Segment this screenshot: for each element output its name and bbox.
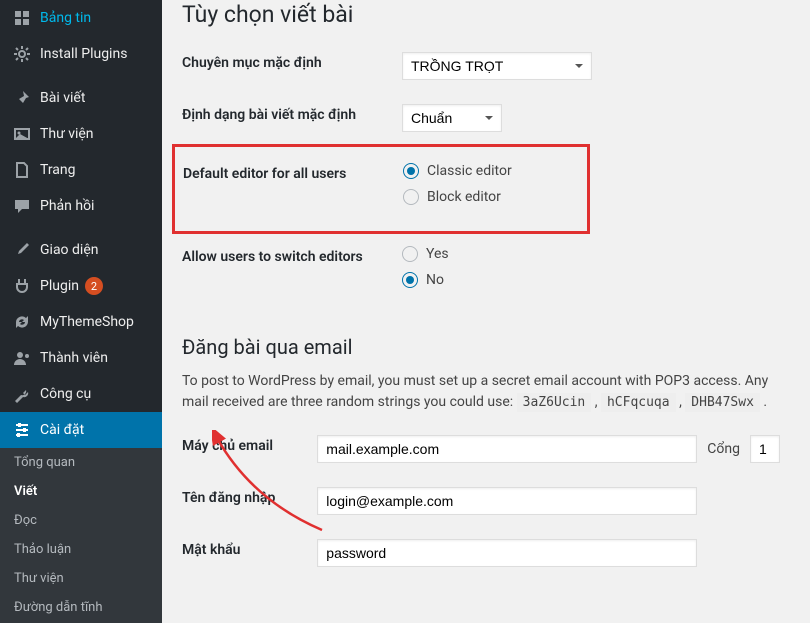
switch-yes-option[interactable]: Yes <box>402 246 780 262</box>
password-input[interactable] <box>317 539 697 567</box>
sidebar-item-label: Install Plugins <box>40 46 127 62</box>
page-title: Tùy chọn viết bài <box>182 0 790 40</box>
sidebar-item-cai-dat[interactable]: Cài đặt <box>0 412 162 448</box>
sidebar-item-thanh-vien[interactable]: Thành viên <box>0 340 162 376</box>
plug-icon <box>12 276 32 296</box>
password-label: Mật khẩu <box>182 527 317 579</box>
mailserver-input[interactable] <box>317 435 697 463</box>
dashboard-icon <box>12 8 32 28</box>
editor-classic-option[interactable]: Classic editor <box>403 163 569 179</box>
email-post-heading: Đăng bài qua email <box>182 335 790 359</box>
port-input[interactable] <box>750 435 780 463</box>
comment-icon <box>12 196 32 216</box>
submenu-item[interactable]: Thư viện <box>0 564 162 593</box>
editor-classic-radio[interactable] <box>403 163 419 179</box>
admin-sidebar: Bảng tinInstall PluginsBài viếtThư việnT… <box>0 0 162 623</box>
editor-block-option[interactable]: Block editor <box>403 189 569 205</box>
default-editor-highlight: Default editor for all users Classic edi… <box>172 144 590 234</box>
sidebar-item-thu-vien[interactable]: Thư viện <box>0 116 162 152</box>
sidebar-item-label: Giao diện <box>40 242 98 258</box>
sidebar-item-label: MyThemeShop <box>40 314 134 330</box>
editor-block-radio[interactable] <box>403 189 419 205</box>
sidebar-item-label: Plugin <box>40 278 79 294</box>
brush-icon <box>12 240 32 260</box>
default-category-select[interactable]: TRỒNG TRỌT <box>402 52 592 80</box>
sidebar-item-install-plugins[interactable]: Install Plugins <box>0 36 162 72</box>
sidebar-item-label: Bảng tin <box>40 10 91 26</box>
update-badge: 2 <box>85 277 103 295</box>
login-input[interactable] <box>317 487 697 515</box>
submenu-item[interactable]: Đọc <box>0 506 162 535</box>
login-label: Tên đăng nhập <box>182 475 317 527</box>
default-format-label: Định dạng bài viết mặc định <box>182 92 402 144</box>
switch-no-option[interactable]: No <box>402 272 780 288</box>
switch-yes-radio[interactable] <box>402 246 418 262</box>
media-icon <box>12 124 32 144</box>
switch-no-radio[interactable] <box>402 272 418 288</box>
sidebar-item-label: Trang <box>40 162 76 178</box>
submenu-item[interactable]: Tổng quan <box>0 448 162 477</box>
sidebar-item-cong-cu[interactable]: Công cụ <box>0 376 162 412</box>
sidebar-item-label: Bài viết <box>40 90 85 106</box>
sidebar-item-bang-tin[interactable]: Bảng tin <box>0 0 162 36</box>
sidebar-item-trang[interactable]: Trang <box>0 152 162 188</box>
main-content: Tùy chọn viết bài Chuyên mục mặc định TR… <box>162 0 810 623</box>
default-format-select[interactable]: Chuẩn <box>402 104 502 132</box>
submenu-item[interactable]: Viết <box>0 477 162 506</box>
default-category-label: Chuyên mục mặc định <box>182 40 402 92</box>
wrench-icon <box>12 384 32 404</box>
sliders-icon <box>12 420 32 440</box>
sidebar-item-mythemeshop[interactable]: MyThemeShop <box>0 304 162 340</box>
default-editor-label: Default editor for all users <box>183 151 403 227</box>
page-icon <box>12 160 32 180</box>
sidebar-item-giao-dien[interactable]: Giao diện <box>0 232 162 268</box>
mailserver-label: Máy chủ email <box>182 423 317 475</box>
sidebar-item-label: Thành viên <box>40 350 108 366</box>
users-icon <box>12 348 32 368</box>
gear-icon <box>12 44 32 64</box>
refresh-icon <box>12 312 32 332</box>
sidebar-item-label: Phản hồi <box>40 198 94 214</box>
pin-icon <box>12 88 32 108</box>
sidebar-item-label: Công cụ <box>40 386 91 402</box>
sidebar-item-label: Cài đặt <box>40 422 84 438</box>
sidebar-item-label: Thư viện <box>40 126 94 142</box>
settings-submenu: Tổng quanViếtĐọcThảo luậnThư việnĐường d… <box>0 448 162 623</box>
switch-editors-label: Allow users to switch editors <box>182 234 402 310</box>
port-label: Cổng <box>707 441 740 457</box>
sidebar-item-phan-hoi[interactable]: Phản hồi <box>0 188 162 224</box>
submenu-item[interactable]: Đường dẫn tĩnh <box>0 593 162 622</box>
email-post-description: To post to WordPress by email, you must … <box>182 371 790 413</box>
sidebar-item-plugin[interactable]: Plugin 2 <box>0 268 162 304</box>
sidebar-item-bai-viet[interactable]: Bài viết <box>0 80 162 116</box>
submenu-item[interactable]: Thảo luận <box>0 535 162 564</box>
